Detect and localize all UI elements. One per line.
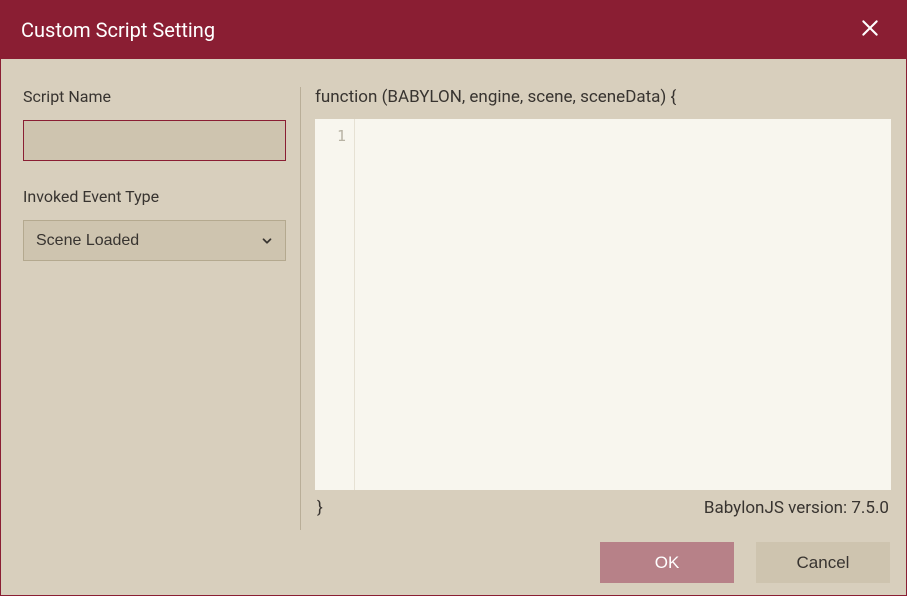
function-footer: } BabylonJS version: 7.5.0 <box>315 490 891 530</box>
invoked-event-type-select-wrap: Scene Loaded <box>23 220 286 261</box>
right-panel: function (BABYLON, engine, scene, sceneD… <box>301 87 891 530</box>
function-open-brace: function (BABYLON, engine, scene, sceneD… <box>315 87 891 107</box>
invoked-event-type-field-group: Invoked Event Type Scene Loaded <box>23 187 286 261</box>
script-name-label: Script Name <box>23 87 286 106</box>
dialog-body: Script Name Invoked Event Type Scene Loa… <box>1 59 906 530</box>
left-panel: Script Name Invoked Event Type Scene Loa… <box>23 87 301 530</box>
custom-script-dialog: Custom Script Setting Script Name Invoke… <box>0 0 907 596</box>
cancel-button[interactable]: Cancel <box>756 542 890 583</box>
titlebar: Custom Script Setting <box>1 1 906 59</box>
editor-gutter: 1 <box>315 119 355 490</box>
code-editor[interactable]: 1 <box>315 119 891 490</box>
close-button[interactable] <box>854 14 886 46</box>
button-row: OK Cancel <box>1 530 906 595</box>
invoked-event-type-label: Invoked Event Type <box>23 187 286 206</box>
function-close-brace: } <box>317 498 323 518</box>
close-icon <box>860 18 880 42</box>
script-name-input[interactable] <box>23 120 286 161</box>
ok-button[interactable]: OK <box>600 542 734 583</box>
code-area[interactable] <box>355 119 891 490</box>
script-name-field-group: Script Name <box>23 87 286 161</box>
invoked-event-type-select[interactable]: Scene Loaded <box>23 220 286 261</box>
line-number: 1 <box>315 125 354 147</box>
dialog-title: Custom Script Setting <box>21 18 215 42</box>
babylonjs-version-label: BabylonJS version: 7.5.0 <box>704 498 889 518</box>
